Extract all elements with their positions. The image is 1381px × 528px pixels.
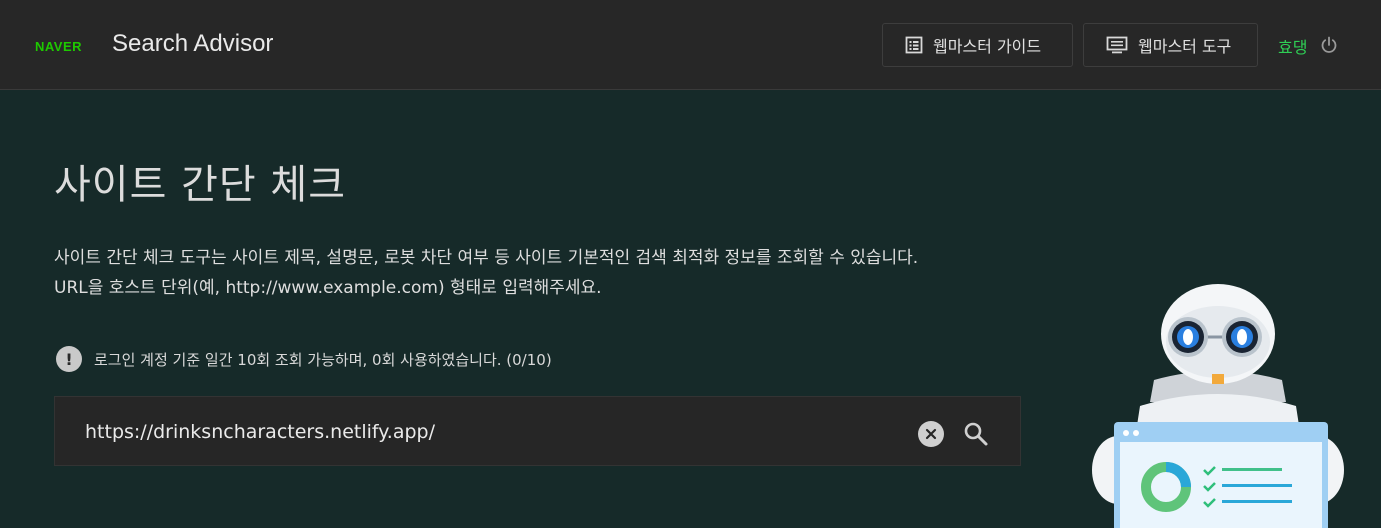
webmaster-guide-button[interactable]: 웹마스터 가이드: [882, 23, 1073, 67]
user-name[interactable]: 효댕: [1278, 34, 1307, 58]
usage-notice: ! 로그인 계정 기준 일간 10회 조회 가능하며, 0회 사용하였습니다. …: [56, 346, 552, 372]
product-title[interactable]: Search Advisor: [112, 30, 273, 58]
power-icon[interactable]: [1320, 36, 1338, 54]
webmaster-tool-label: 웹마스터 도구: [1138, 37, 1232, 56]
description: 사이트 간단 체크 도구는 사이트 제목, 설명문, 로봇 차단 여부 등 사이…: [54, 243, 918, 303]
clear-icon[interactable]: [918, 421, 944, 447]
exclamation-icon: !: [56, 346, 82, 372]
naver-logo[interactable]: NAVER: [35, 39, 82, 54]
usage-notice-text: 로그인 계정 기준 일간 10회 조회 가능하며, 0회 사용하였습니다. (0…: [94, 350, 552, 369]
monitor-icon: [1106, 36, 1128, 54]
search-icon[interactable]: [963, 421, 989, 447]
guide-list-icon: [905, 36, 923, 54]
webmaster-tool-button[interactable]: 웹마스터 도구: [1083, 23, 1258, 67]
description-line-1: 사이트 간단 체크 도구는 사이트 제목, 설명문, 로봇 차단 여부 등 사이…: [54, 248, 919, 268]
page-title: 사이트 간단 체크: [54, 162, 347, 208]
url-input[interactable]: [83, 415, 887, 449]
top-header: NAVER Search Advisor 웹마스터 가이드 웹마스터 도구 효댕: [0, 0, 1381, 90]
description-line-2: URL을 호스트 단위(예, http://www.example.com) 형…: [54, 278, 602, 298]
webmaster-guide-label: 웹마스터 가이드: [933, 37, 1042, 56]
url-search-box: [54, 396, 1021, 466]
robot-mascot: [1092, 284, 1344, 528]
